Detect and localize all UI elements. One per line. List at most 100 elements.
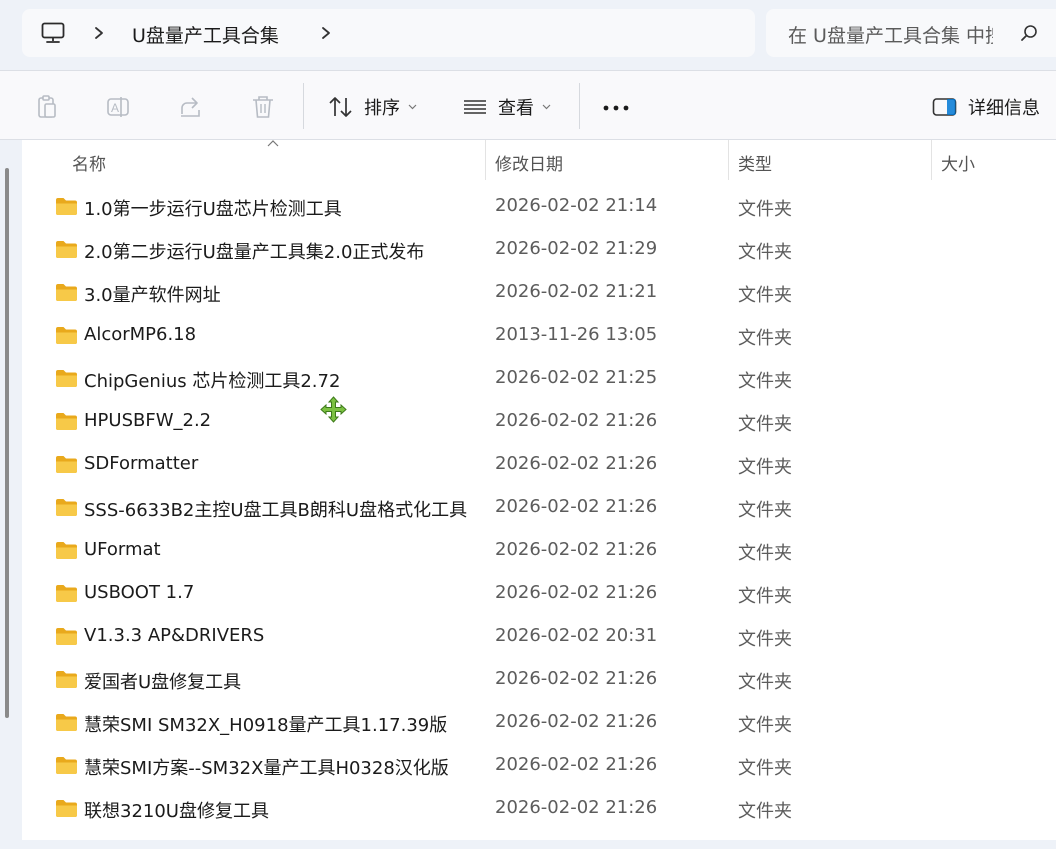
share-icon[interactable] <box>178 94 204 120</box>
list-item[interactable]: 1.0第一步运行U盘芯片检测工具 2026-02-02 21:14 文件夹 <box>22 186 1056 229</box>
column-header-date[interactable]: 修改日期 <box>486 140 728 180</box>
list-item[interactable]: AlcorMP6.18 2013-11-26 13:05 文件夹 <box>22 315 1056 358</box>
search-input[interactable]: 在 U盘量产工具合集 中搜索 <box>788 21 993 48</box>
column-header-size[interactable]: 大小 <box>932 140 1056 180</box>
list-item[interactable]: ChipGenius 芯片检测工具2.72 2026-02-02 21:25 文件夹 <box>22 358 1056 401</box>
search-box[interactable]: 在 U盘量产工具合集 中搜索 <box>766 9 1056 57</box>
file-type: 文件夹 <box>738 199 792 220</box>
list-item[interactable]: 2.0第二步运行U盘量产工具集2.0正式发布 2026-02-02 21:29 文件… <box>22 229 1056 272</box>
chevron-right-icon[interactable] <box>319 23 333 43</box>
sort-label: 排序 <box>364 98 400 119</box>
folder-icon <box>56 714 77 731</box>
toolbar-divider <box>579 83 580 129</box>
folder-icon <box>56 456 77 473</box>
file-name: 慧荣SMI方案--SM32X量产工具H0328汉化版 <box>84 758 449 779</box>
list-item[interactable]: SDFormatter 2026-02-02 21:26 文件夹 <box>22 444 1056 487</box>
column-header-name[interactable]: 名称 <box>22 140 485 180</box>
svg-text:A: A <box>111 101 119 115</box>
delete-icon[interactable] <box>250 94 276 120</box>
folder-icon <box>56 327 77 344</box>
view-list-icon <box>464 100 486 114</box>
file-type: 文件夹 <box>738 672 792 693</box>
file-name: UFormat <box>84 539 161 560</box>
file-type: 文件夹 <box>738 801 792 822</box>
file-list: 名称 修改日期 类型 大小 1.0第一步运行U盘芯片检测工具 2026-02-02… <box>22 140 1056 840</box>
file-type: 文件夹 <box>738 715 792 736</box>
list-item[interactable]: 3.0量产软件网址 2026-02-02 21:21 文件夹 <box>22 272 1056 315</box>
file-type: 文件夹 <box>738 371 792 392</box>
column-header-size-label: 大小 <box>941 155 975 175</box>
folder-icon <box>56 241 77 258</box>
file-modified-date: 2026-02-02 21:26 <box>495 496 658 517</box>
window-bottom-edge <box>0 840 1056 849</box>
file-explorer-window: U盘量产工具合集 在 U盘量产工具合集 中搜索 A <box>0 0 1056 849</box>
folder-icon <box>56 370 77 387</box>
folder-icon <box>56 757 77 774</box>
file-name: SDFormatter <box>84 453 199 474</box>
rename-icon[interactable]: A <box>106 94 132 120</box>
folder-icon <box>56 671 77 688</box>
this-pc-icon[interactable] <box>41 22 65 44</box>
file-name: HPUSBFW_2.2 <box>84 410 212 431</box>
file-modified-date: 2013-11-26 13:05 <box>495 324 658 345</box>
file-modified-date: 2026-02-02 21:26 <box>495 797 658 818</box>
chevron-right-icon[interactable] <box>92 23 106 43</box>
folder-icon <box>56 542 77 559</box>
file-modified-date: 2026-02-02 21:26 <box>495 539 658 560</box>
list-item[interactable]: HPUSBFW_2.2 2026-02-02 21:26 文件夹 <box>22 401 1056 444</box>
folder-icon <box>56 284 77 301</box>
list-item[interactable]: 慧荣SMI方案--SM32X量产工具H0328汉化版 2026-02-02 21:… <box>22 745 1056 788</box>
folder-icon <box>56 198 77 215</box>
list-item[interactable]: 爱国者U盘修复工具 2026-02-02 21:26 文件夹 <box>22 659 1056 702</box>
list-item[interactable]: UFormat 2026-02-02 21:26 文件夹 <box>22 530 1056 573</box>
command-bar: A 排序 查看 详细信息 <box>0 70 1056 140</box>
details-label: 详细信息 <box>968 98 1040 119</box>
file-name: AlcorMP6.18 <box>84 324 197 345</box>
file-modified-date: 2026-02-02 21:21 <box>495 281 658 302</box>
move-cursor-icon <box>320 396 347 423</box>
folder-icon <box>56 585 77 602</box>
file-type: 文件夹 <box>738 414 792 435</box>
file-modified-date: 2026-02-02 21:26 <box>495 410 658 431</box>
list-item[interactable]: 慧荣SMI SM32X_H0918量产工具1.17.39版 2026-02-02 … <box>22 702 1056 745</box>
file-type: 文件夹 <box>738 543 792 564</box>
sort-button[interactable]: 排序 <box>328 93 417 121</box>
list-item[interactable]: 联想3210U盘修复工具 2026-02-02 21:26 文件夹 <box>22 788 1056 831</box>
view-label: 查看 <box>498 98 534 119</box>
details-pane-icon <box>932 98 957 116</box>
file-name: 爱国者U盘修复工具 <box>84 672 242 693</box>
navigation-bar: U盘量产工具合集 在 U盘量产工具合集 中搜索 <box>0 0 1056 70</box>
copy-icon[interactable] <box>34 94 60 120</box>
folder-icon <box>56 628 77 645</box>
file-type: 文件夹 <box>738 242 792 263</box>
file-type: 文件夹 <box>738 629 792 650</box>
file-type: 文件夹 <box>738 758 792 779</box>
file-modified-date: 2026-02-02 20:31 <box>495 625 658 646</box>
file-type: 文件夹 <box>738 500 792 521</box>
file-type: 文件夹 <box>738 457 792 478</box>
file-name: 1.0第一步运行U盘芯片检测工具 <box>84 199 342 220</box>
list-item[interactable]: V1.3.3 AP&DRIVERS 2026-02-02 20:31 文件夹 <box>22 616 1056 659</box>
file-modified-date: 2026-02-02 21:26 <box>495 453 658 474</box>
address-bar[interactable]: U盘量产工具合集 <box>22 9 755 57</box>
chevron-down-icon <box>408 104 417 110</box>
folder-icon <box>56 413 77 430</box>
list-item[interactable]: USBOOT 1.7 2026-02-02 21:26 文件夹 <box>22 573 1056 616</box>
vertical-scrollbar[interactable] <box>5 168 9 718</box>
file-name: USBOOT 1.7 <box>84 582 195 603</box>
file-type: 文件夹 <box>738 328 792 349</box>
file-name: 慧荣SMI SM32X_H0918量产工具1.17.39版 <box>84 715 448 736</box>
file-modified-date: 2026-02-02 21:26 <box>495 711 658 732</box>
column-header-type[interactable]: 类型 <box>729 140 931 180</box>
file-name: V1.3.3 AP&DRIVERS <box>84 625 265 646</box>
details-pane-button[interactable]: 详细信息 <box>932 93 1040 121</box>
view-button[interactable]: 查看 <box>462 93 551 121</box>
file-modified-date: 2026-02-02 21:29 <box>495 238 658 259</box>
file-modified-date: 2026-02-02 21:26 <box>495 582 658 603</box>
more-options-icon[interactable] <box>602 104 630 112</box>
search-icon[interactable] <box>1020 24 1038 42</box>
file-name: 2.0第二步运行U盘量产工具集2.0正式发布 <box>84 242 425 263</box>
file-modified-date: 2026-02-02 21:25 <box>495 367 658 388</box>
list-item[interactable]: SSS-6633B2主控U盘工具B朗科U盘格式化工具 2026-02-02 21:… <box>22 487 1056 530</box>
breadcrumb-current-folder[interactable]: U盘量产工具合集 <box>132 21 279 48</box>
